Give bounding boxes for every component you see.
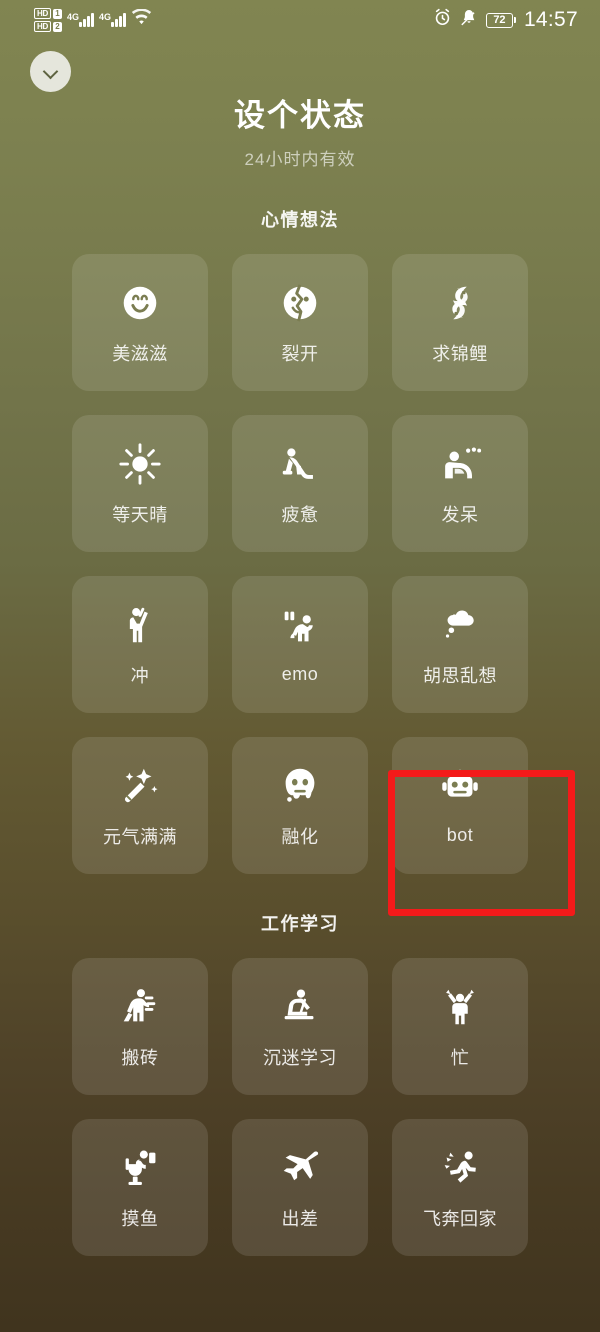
status-tile-chong[interactable]: 冲 [72,576,208,713]
status-tile-qiujinli[interactable]: 求锦鲤 [392,254,528,391]
status-tile-label: 胡思乱想 [423,665,497,686]
sim2-number: 2 [52,21,62,32]
hd-badge-sim2: HD [34,21,51,32]
status-tile-bot[interactable]: bot [392,737,528,874]
wifi-icon [131,8,152,31]
status-tile-chenmixuexi[interactable]: 沉迷学习 [232,958,368,1095]
sim1-number: 1 [52,8,62,19]
alarm-clock-icon [433,8,452,33]
section-title-work-study: 工作学习 [261,914,339,934]
status-tile-label: 搬砖 [121,1047,159,1068]
status-tile-fadai[interactable]: 发呆 [392,415,528,552]
status-tile-label: 出差 [281,1208,319,1229]
status-tile-label: 融化 [281,826,319,847]
status-tile-label: 忙 [450,1047,470,1068]
status-tile-label: 求锦鲤 [432,343,488,364]
status-tile-meizizi[interactable]: 美滋滋 [72,254,208,391]
thought-cloud-icon [437,602,483,648]
network-type-sim1: 4G [66,12,79,22]
page-header: 设个状态 24小时内有效 [0,90,600,170]
status-bar-clock: 14:57 [523,8,578,31]
collapse-button[interactable] [30,51,71,92]
battery-indicator: 72 [485,12,516,28]
battery-cap [513,17,516,23]
section-mood: 心情想法 美滋滋 裂开 求锦鲤 等天晴 疲惫 发呆 冲 emo 胡思乱想 元气满… [0,206,600,874]
status-tile-label: 发呆 [441,504,479,525]
status-tile-yuanqimanman[interactable]: 元气满满 [72,737,208,874]
status-tile-liekai[interactable]: 裂开 [232,254,368,391]
status-tile-chuchai[interactable]: 出差 [232,1119,368,1256]
airplane-icon [277,1145,323,1191]
status-tile-label: 等天晴 [112,504,168,525]
status-tile-label: 元气满满 [103,826,177,847]
status-grid-work-study: 搬砖 沉迷学习 忙 摸鱼 出差 飞奔回家 [0,958,600,1256]
cracked-face-icon [277,280,323,326]
crouching-person-icon [277,604,323,650]
status-bar-left: HD 1 HD 2 4G 4G [34,8,152,32]
status-tile-label: 沉迷学习 [263,1047,337,1068]
busy-person-icon [437,984,483,1030]
page-subtitle: 24小时内有效 [244,150,356,169]
robot-icon [437,765,483,811]
status-tile-label: 冲 [130,665,150,686]
magic-wand-sparkle-icon [117,763,163,809]
status-tile-label: 摸鱼 [121,1208,159,1229]
status-tile-label: emo [281,664,319,684]
status-tile-label: 美滋滋 [112,343,168,364]
running-person-icon [437,1145,483,1191]
status-tile-ronghua[interactable]: 融化 [232,737,368,874]
status-tile-banzhuan[interactable]: 搬砖 [72,958,208,1095]
status-tile-husiluanxiang[interactable]: 胡思乱想 [392,576,528,713]
smiling-face-icon [117,280,163,326]
bell-muted-icon [460,8,478,33]
status-tile-pibei[interactable]: 疲惫 [232,415,368,552]
carrying-bricks-icon [117,984,163,1030]
status-bar: HD 1 HD 2 4G 4G 72 14:57 [0,0,600,40]
toilet-phone-icon [117,1145,163,1191]
status-tile-dengtianqing[interactable]: 等天晴 [72,415,208,552]
battery-percent: 72 [485,12,513,28]
koi-fish-icon [437,280,483,326]
status-tile-moyu[interactable]: 摸鱼 [72,1119,208,1256]
melting-face-icon [277,763,323,809]
dual-sim-indicator: HD 1 HD 2 [34,8,62,32]
daydreaming-person-icon [437,441,483,487]
status-tile-label: 裂开 [281,343,319,364]
section-title-mood: 心情想法 [261,210,339,230]
section-work-study: 工作学习 搬砖 沉迷学习 忙 摸鱼 出差 飞奔回家 [0,910,600,1256]
signal-bars-sim1-icon: 4G [66,12,94,27]
tired-person-icon [277,441,323,487]
page-title: 设个状态 [234,98,366,133]
status-tile-label: bot [446,825,474,845]
status-tile-label: 疲惫 [281,504,319,525]
status-bar-right: 72 14:57 [433,8,578,33]
signal-bars-sim2-icon: 4G [98,12,126,27]
hd-badge-sim1: HD [34,8,51,19]
chevron-down-icon [44,65,57,78]
status-grid-mood: 美滋滋 裂开 求锦鲤 等天晴 疲惫 发呆 冲 emo 胡思乱想 元气满满 融化 … [0,254,600,874]
studying-desk-icon [277,984,323,1030]
sun-icon [117,441,163,487]
status-tile-emo[interactable]: emo [232,576,368,713]
cheering-person-icon [117,602,163,648]
status-tile-mang[interactable]: 忙 [392,958,528,1095]
network-type-sim2: 4G [98,12,111,22]
status-tile-label: 飞奔回家 [423,1208,497,1229]
status-tile-feibenhuijia[interactable]: 飞奔回家 [392,1119,528,1256]
